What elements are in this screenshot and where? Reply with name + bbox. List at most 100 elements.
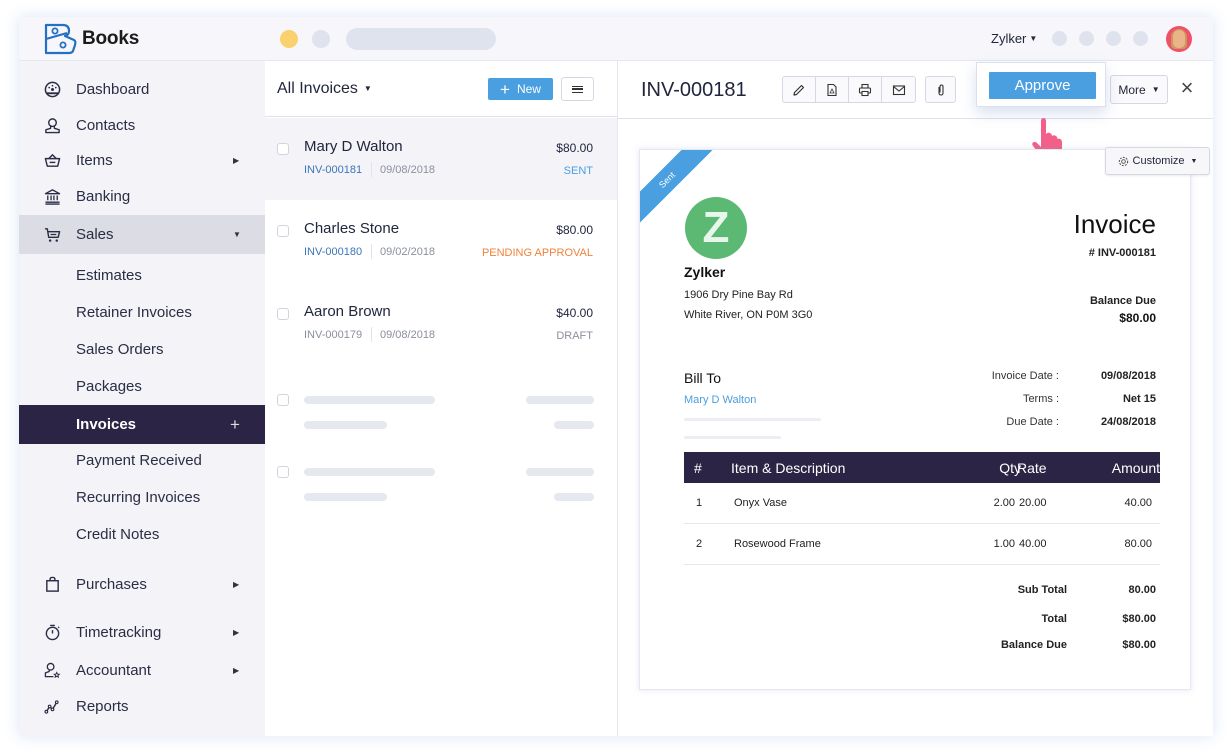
sidebar-item-contacts[interactable]: Contacts: [19, 107, 265, 143]
caret-right-icon: ▶: [233, 665, 240, 675]
sidebar-item-accountant[interactable]: Accountant ▶: [19, 652, 265, 688]
edit-button[interactable]: [783, 77, 816, 102]
close-button[interactable]: ×: [1178, 77, 1196, 99]
caret-right-icon: ▶: [233, 627, 240, 637]
cart-icon: [43, 226, 61, 244]
accountant-icon: [43, 661, 61, 679]
sidebar-item-label: Purchases: [76, 575, 147, 593]
list-header: All Invoices ▼ + New: [265, 61, 617, 117]
invoice-number: INV-000180: [304, 246, 363, 258]
skeleton-checkbox: [277, 466, 289, 478]
row-checkbox[interactable]: [277, 308, 289, 320]
new-button-label: New: [516, 82, 541, 96]
email-button[interactable]: [882, 77, 915, 102]
detail-header: INV-000181 More ▼ × Approve: [618, 61, 1213, 119]
list-menu-button[interactable]: [561, 77, 594, 101]
sidebar-item-label: Sales: [76, 226, 114, 243]
status-badge: PENDING APPROVAL: [481, 247, 593, 259]
sidebar-item-label: Items: [76, 151, 113, 169]
total-value: $80.00: [1122, 613, 1156, 625]
sidebar-item-label: Estimates: [76, 266, 142, 284]
cell-qty: 2.00: [993, 497, 1015, 509]
placeholder-dot: [312, 30, 330, 48]
pdf-button[interactable]: [816, 77, 849, 102]
org-logo: Z: [685, 197, 747, 259]
app-logo[interactable]: Books: [43, 23, 139, 55]
print-button[interactable]: [849, 77, 882, 102]
cell-rate: 40.00: [1019, 538, 1047, 550]
status-badge: SENT: [563, 165, 593, 177]
sidebar-item-packages[interactable]: Packages: [19, 368, 265, 404]
row-checkbox[interactable]: [277, 225, 289, 237]
user-avatar[interactable]: [1166, 26, 1192, 52]
org-switcher[interactable]: Zylker ▼: [991, 31, 1037, 46]
sidebar-item-sales[interactable]: Sales ▼: [19, 215, 265, 254]
sidebar-item-credit-notes[interactable]: Credit Notes: [19, 516, 265, 552]
header-icon-placeholder[interactable]: [1052, 31, 1067, 46]
plus-icon: +: [500, 79, 510, 99]
approve-popover: Approve: [976, 62, 1106, 107]
cell-item: Onyx Vase: [734, 497, 787, 509]
invoice-list-row[interactable]: Aaron Brown $40.00 INV-000179 09/08/2018…: [265, 283, 617, 365]
invoice-date: 09/08/2018: [380, 329, 436, 341]
sidebar-item-label: Reports: [76, 697, 129, 715]
header-icon-placeholder[interactable]: [1133, 31, 1148, 46]
mail-icon: [892, 84, 905, 95]
sidebar-item-dashboard[interactable]: Dashboard: [19, 71, 265, 107]
caret-right-icon: ▶: [233, 155, 240, 165]
cell-amount: 40.00: [1124, 497, 1152, 509]
view-selector[interactable]: All Invoices ▼: [277, 80, 372, 98]
invoice-number: INV-000179: [304, 329, 363, 341]
sidebar-item-purchases[interactable]: Purchases ▶: [19, 566, 265, 602]
sidebar-item-invoices[interactable]: Invoices +: [19, 405, 265, 444]
sidebar-item-estimates[interactable]: Estimates: [19, 257, 265, 293]
skeleton-checkbox: [277, 394, 289, 406]
sidebar-item-sales-orders[interactable]: Sales Orders: [19, 331, 265, 367]
sidebar-item-retainer-invoices[interactable]: Retainer Invoices: [19, 294, 265, 330]
invoice-detail-pane: INV-000181 More ▼ × Approve Customize ▼ …: [618, 61, 1213, 736]
bill-to-customer-link[interactable]: Mary D Walton: [684, 394, 756, 406]
customer-name: Charles Stone: [304, 220, 400, 237]
meta-label: Terms :: [1022, 393, 1059, 405]
caret-down-icon: ▼: [363, 84, 372, 93]
sidebar-item-label: Payment Received: [76, 451, 202, 469]
reports-icon: [43, 697, 61, 715]
new-invoice-button[interactable]: + New: [488, 78, 553, 100]
meta-label: Invoice Date :: [991, 370, 1059, 382]
search-bar-placeholder[interactable]: [346, 28, 496, 50]
more-button[interactable]: More ▼: [1110, 75, 1168, 104]
sidebar-item-items[interactable]: Items ▶: [19, 142, 265, 178]
header-icon-placeholder[interactable]: [1106, 31, 1121, 46]
header-icon-placeholder[interactable]: [1079, 31, 1094, 46]
sidebar-item-payment-received[interactable]: Payment Received: [19, 442, 265, 478]
invoice-list-row[interactable]: Mary D Walton $80.00 INV-000181 09/08/20…: [265, 118, 617, 200]
printer-icon: [858, 83, 872, 96]
approve-button[interactable]: Approve: [989, 72, 1096, 99]
cell-num: 2: [696, 538, 703, 550]
customize-button[interactable]: Customize ▼: [1105, 147, 1210, 175]
more-label: More: [1118, 82, 1146, 97]
caret-right-icon: ▶: [233, 579, 240, 589]
sidebar-item-timetracking[interactable]: Timetracking ▶: [19, 614, 265, 650]
add-invoice-icon[interactable]: +: [230, 415, 240, 435]
org-name: Zylker: [684, 264, 726, 280]
sidebar-item-banking[interactable]: Banking: [19, 178, 265, 214]
contacts-icon: [43, 116, 61, 134]
balance-due-value: $80.00: [1119, 311, 1156, 325]
sidebar-item-recurring-invoices[interactable]: Recurring Invoices: [19, 479, 265, 515]
sidebar-item-label: Recurring Invoices: [76, 488, 201, 506]
toolbar: [782, 76, 916, 103]
sidebar-item-label: Retainer Invoices: [76, 303, 192, 321]
divider: [371, 244, 372, 259]
cell-rate: 20.00: [1019, 497, 1047, 509]
col-header-amount: Amount: [1111, 459, 1160, 476]
attach-button[interactable]: [925, 76, 956, 103]
invoice-list-row[interactable]: Charles Stone $80.00 INV-000180 09/02/20…: [265, 200, 617, 282]
row-checkbox[interactable]: [277, 143, 289, 155]
cell-num: 1: [696, 497, 703, 509]
bank-icon: [43, 187, 61, 205]
sidebar-item-reports[interactable]: Reports: [19, 688, 265, 724]
cell-qty: 1.00: [993, 538, 1015, 550]
col-header-item: Item & Description: [731, 459, 846, 476]
sidebar-item-label: Packages: [76, 377, 142, 395]
